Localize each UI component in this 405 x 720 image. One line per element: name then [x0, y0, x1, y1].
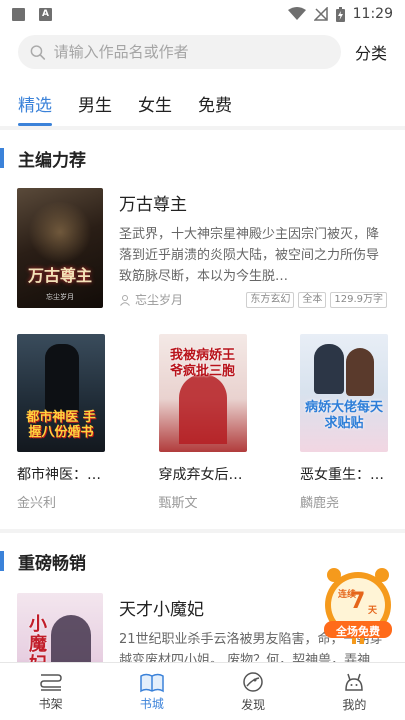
grid-book-author: 甄斯文: [158, 496, 198, 511]
planet-icon: [243, 672, 263, 692]
book-description: 圣武界，十大神宗星神殿少主因宗门被灭，降落到近乎崩溃的炎陨大陆，被空间之力所伤导…: [119, 227, 380, 284]
tab-female[interactable]: 女生: [138, 91, 172, 126]
cover-title-text: 都市神医 手握八份婚书: [26, 410, 96, 440]
nav-label: 书架: [38, 697, 63, 711]
promo-days: 7: [350, 589, 366, 614]
tab-bar: 精选 男生 女生 免费: [0, 76, 405, 126]
promo-unit: 天: [368, 606, 378, 616]
category-button[interactable]: 分类: [355, 40, 387, 64]
bookstore-icon: [140, 673, 164, 693]
promo-label: 全场免费: [336, 625, 380, 638]
user-icon: [120, 294, 130, 306]
tab-featured[interactable]: 精选: [18, 91, 52, 126]
book-cover: 病娇大佬每天求贴贴: [300, 334, 388, 452]
book-author: 忘尘岁月: [135, 293, 184, 307]
grid-book-card[interactable]: 我被病娇王爷疯批三胞 穿成弃女后… 甄斯文: [158, 334, 247, 511]
nav-label: 书城: [139, 697, 164, 711]
nav-mine[interactable]: 我的: [304, 663, 405, 720]
divider: [0, 126, 405, 130]
cover-title-text: 病娇大佬每天求贴贴: [304, 400, 383, 431]
free-promo-badge[interactable]: 连续 7 天 全场免费: [320, 565, 396, 645]
notification-square-icon: [12, 7, 25, 21]
tab-male[interactable]: 男生: [78, 91, 112, 126]
book-title: 万古尊主: [119, 195, 187, 215]
grid-book-title: 穿成弃女后…: [158, 467, 243, 483]
grid-book-title: 恶女重生：…: [300, 467, 384, 483]
section-accent-bar: [0, 148, 4, 168]
wifi-icon: [287, 7, 306, 20]
genre-tag: 东方玄幻: [246, 291, 295, 308]
nav-label: 我的: [342, 698, 367, 712]
bookshelf-icon: [39, 674, 62, 691]
grid-book-card[interactable]: 病娇大佬每天求贴贴 恶女重生：… 麟鹿尧: [300, 334, 388, 511]
featured-book[interactable]: 万古尊主 忘尘岁月 万古尊主 圣武界，十大神宗星神殿少主因宗门被灭，降落到近乎崩…: [0, 178, 405, 308]
battery-charging-icon: [335, 6, 345, 22]
tab-free[interactable]: 免费: [198, 91, 232, 126]
profile-creature-icon: [345, 673, 364, 691]
book-cover: 万古尊主 忘尘岁月: [17, 188, 103, 308]
book-cover: 我被病娇王爷疯批三胞: [158, 334, 247, 452]
status-bar: A 11:29: [0, 0, 405, 28]
book-grid: 都市神医 手握八份婚书 都市神医：… 金兴利 我被病娇王爷疯批三胞 穿成弃女后……: [0, 308, 405, 511]
divider: [0, 529, 405, 533]
search-input[interactable]: [53, 43, 329, 61]
cover-title-text: 万古尊主: [27, 266, 92, 285]
grid-book-card[interactable]: 都市神医 手握八份婚书 都市神医：… 金兴利: [17, 334, 105, 511]
notification-a-icon: A: [39, 7, 52, 21]
cover-title-text: 我被病娇王爷疯批三胞: [169, 348, 235, 379]
clock-time: 11:29: [352, 6, 393, 22]
nav-bookstore[interactable]: 书城: [101, 663, 202, 720]
section-title: 重磅畅销: [18, 553, 86, 574]
grid-book-author: 金兴利: [17, 496, 57, 511]
section-header-editor-picks: 主编力荐: [0, 138, 405, 178]
section-title: 主编力荐: [18, 150, 86, 171]
nav-label: 发现: [241, 698, 266, 712]
grid-book-author: 麟鹿尧: [300, 496, 340, 511]
search-box[interactable]: [18, 35, 341, 69]
book-cover: 都市神医 手握八份婚书: [17, 334, 105, 452]
bottom-nav: 书架 书城 发现 我的: [0, 662, 405, 720]
no-signal-icon: [313, 7, 328, 21]
nav-bookshelf[interactable]: 书架: [0, 663, 101, 720]
search-icon: [30, 44, 46, 60]
search-row: 分类: [0, 28, 405, 76]
nav-discover[interactable]: 发现: [203, 663, 304, 720]
cover-author-text: 忘尘岁月: [46, 293, 74, 301]
status-tag: 全本: [298, 291, 327, 308]
wordcount-tag: 129.9万字: [330, 291, 387, 308]
grid-book-title: 都市神医：…: [17, 467, 101, 483]
section-accent-bar: [0, 551, 4, 571]
